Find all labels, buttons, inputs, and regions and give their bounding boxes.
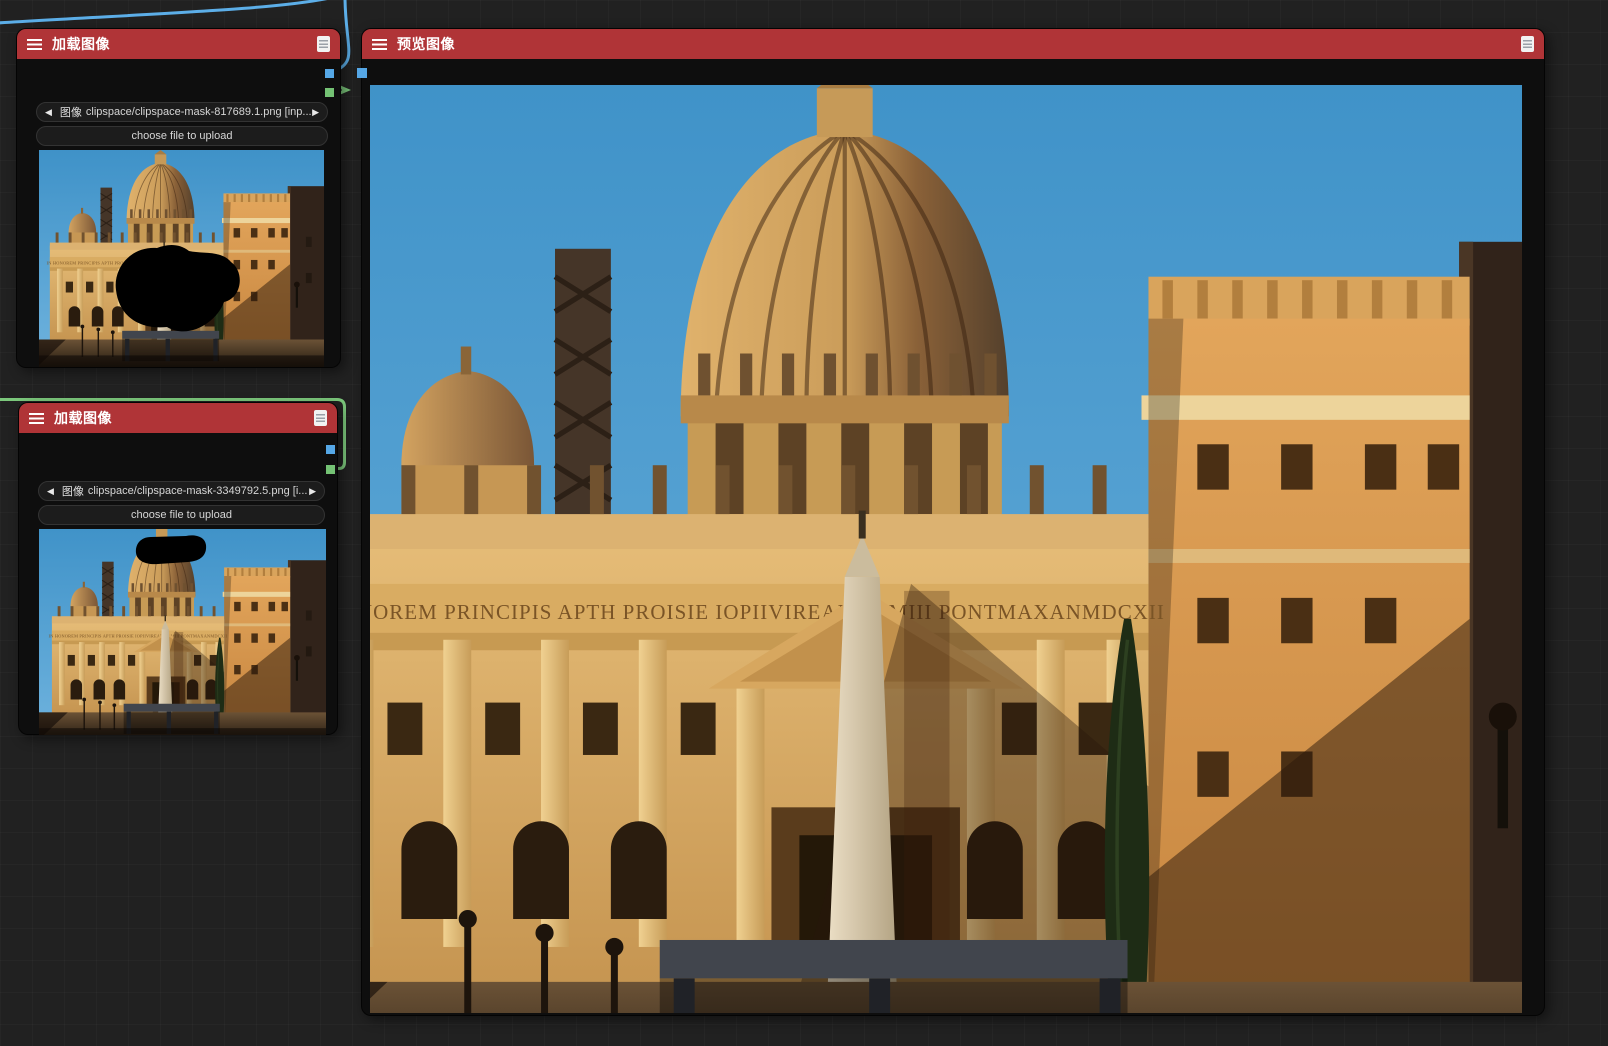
note-document-icon[interactable] <box>317 36 330 52</box>
choose-file-button[interactable]: choose file to upload <box>36 126 328 146</box>
node-title: 加载图像 <box>52 36 110 52</box>
image-file-combo[interactable]: ◀ 图像 clipspace/clipspace-mask-3349792.5.… <box>38 481 325 501</box>
preview-image-node[interactable]: 预览图像 <box>357 28 1545 1016</box>
combo-value: clipspace/clipspace-mask-817689.1.png [i… <box>85 106 312 118</box>
image-thumbnail[interactable] <box>39 150 324 367</box>
hamburger-menu-icon[interactable] <box>29 412 44 424</box>
choose-file-label: choose file to upload <box>131 130 233 142</box>
node-header[interactable]: 预览图像 <box>362 29 1544 59</box>
mask-blob <box>115 244 240 332</box>
node-header[interactable]: 加载图像 <box>19 403 337 433</box>
load-image-node-2[interactable]: 加载图像 ◀ 图像 clipspace/clipspace-mask-33497… <box>18 402 338 735</box>
hamburger-menu-icon[interactable] <box>372 38 387 50</box>
node-title: 加载图像 <box>54 410 112 426</box>
comfyui-canvas[interactable]: { "canvas": { "background": "#212121", "… <box>0 0 1608 1046</box>
image-link-wire-top-left <box>0 0 328 25</box>
note-document-icon[interactable] <box>314 410 327 426</box>
combo-prev-icon[interactable]: ◀ <box>47 486 54 497</box>
mask-output-slot[interactable] <box>325 88 334 97</box>
combo-label: 图像 <box>61 486 84 498</box>
image-output-slot[interactable] <box>326 445 335 454</box>
node-header[interactable]: 加载图像 <box>17 29 340 59</box>
basilica-photo-large <box>370 85 1522 1013</box>
combo-label: 图像 <box>59 107 82 119</box>
image-thumbnail[interactable] <box>39 529 326 735</box>
image-output-slot[interactable] <box>325 69 334 78</box>
mask-blob <box>135 535 207 565</box>
load-image-node-1[interactable]: 加载图像 ◀ 图像 clipspace/clipspace-mask-81768… <box>16 28 341 368</box>
mask-output-slot[interactable] <box>326 465 335 474</box>
preview-image[interactable] <box>370 85 1522 1013</box>
combo-next-icon[interactable]: ▶ <box>309 486 316 497</box>
image-input-slot[interactable] <box>357 68 367 78</box>
choose-file-label: choose file to upload <box>131 509 232 521</box>
note-document-icon[interactable] <box>1521 36 1534 52</box>
combo-value: clipspace/clipspace-mask-3349792.5.png [… <box>87 485 308 497</box>
choose-file-button[interactable]: choose file to upload <box>38 505 325 525</box>
node-title: 预览图像 <box>397 36 455 52</box>
image-file-combo[interactable]: ◀ 图像 clipspace/clipspace-mask-817689.1.p… <box>36 102 328 122</box>
combo-prev-icon[interactable]: ◀ <box>45 107 52 118</box>
combo-next-icon[interactable]: ▶ <box>312 107 319 118</box>
hamburger-menu-icon[interactable] <box>27 38 42 50</box>
